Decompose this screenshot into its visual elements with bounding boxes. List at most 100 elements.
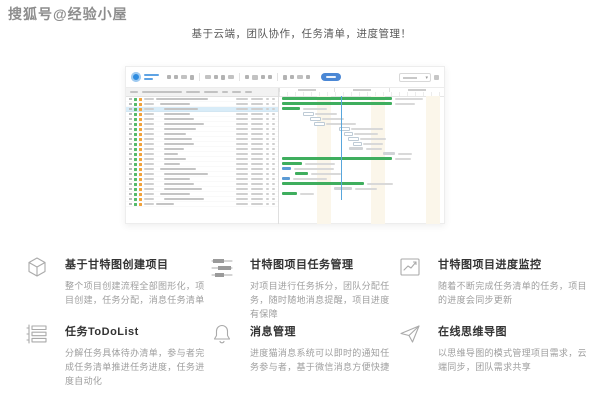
- task-name-cell: [164, 148, 184, 150]
- task-type-icon: [139, 178, 142, 181]
- zoom-icon[interactable]: [167, 75, 171, 79]
- gantt-bar[interactable]: [349, 147, 363, 150]
- gantt-bar[interactable]: [295, 172, 308, 175]
- row-number: [129, 188, 132, 190]
- share-icon[interactable]: [306, 75, 310, 79]
- gantt-bar[interactable]: [282, 192, 297, 195]
- task-type-icon: [139, 183, 142, 186]
- task-type-icon: [139, 158, 142, 161]
- status-check-icon: [134, 148, 137, 151]
- gantt-bar-label: [293, 178, 327, 180]
- gantt-bar[interactable]: [282, 182, 364, 185]
- gantt-bar[interactable]: [303, 112, 314, 116]
- column-header: [130, 91, 138, 93]
- gantt-bar[interactable]: [282, 167, 291, 170]
- task-type-icon: [139, 98, 142, 101]
- more-options-icon[interactable]: [434, 75, 439, 80]
- indent-icon[interactable]: [214, 75, 218, 79]
- gantt-bar-label: [303, 108, 327, 110]
- task-name-cell: [164, 153, 178, 155]
- gantt-bar[interactable]: [334, 187, 352, 190]
- gantt-bar[interactable]: [282, 107, 300, 110]
- date-cell: [144, 113, 154, 115]
- move-up-icon[interactable]: [190, 75, 194, 80]
- status-check-icon: [134, 103, 137, 106]
- status-check-icon: [134, 193, 137, 196]
- status-check-icon: [134, 108, 137, 111]
- status-check-icon: [134, 113, 137, 116]
- gantt-bar[interactable]: [348, 137, 359, 141]
- gantt-bar[interactable]: [282, 157, 392, 160]
- task-name-cell: [156, 98, 208, 100]
- row-meta: [236, 138, 275, 140]
- task-type-icon: [139, 113, 142, 116]
- status-check-icon: [134, 118, 137, 121]
- gantt-bar[interactable]: [383, 152, 395, 155]
- task-name-cell: [164, 113, 190, 115]
- row-meta: [236, 103, 275, 105]
- gantt-bar[interactable]: [310, 117, 321, 121]
- date-cell: [144, 143, 154, 145]
- gantt-bar[interactable]: [353, 142, 362, 146]
- today-line: [341, 96, 342, 200]
- column-header: [245, 91, 252, 93]
- feature-desc: 分解任务具体待办清单，参与者完成任务清单推进任务进度，任务进度自动化: [65, 346, 210, 388]
- feature-task-management: 甘特图项目任务管理 对项目进行任务拆分，团队分配任务，随时随地消息提醒，项目进度…: [210, 253, 398, 320]
- gantt-bar-label: [315, 113, 337, 115]
- view-select[interactable]: ▾: [399, 73, 431, 82]
- feature-desc: 对项目进行任务拆分，团队分配任务，随时随地消息提醒，项目进度有保障: [250, 279, 398, 321]
- feature-desc: 以思维导图的模式管理项目需求，云端同步，团队需求共享: [438, 346, 590, 374]
- redo-icon[interactable]: [181, 75, 187, 79]
- task-table-pane: [126, 88, 279, 224]
- chart-up-icon: [398, 253, 422, 320]
- gantt-bar[interactable]: [282, 97, 392, 100]
- row-number: [129, 108, 132, 110]
- row-meta: [236, 98, 275, 100]
- status-check-icon: [134, 198, 137, 201]
- status-check-icon: [134, 188, 137, 191]
- row-meta: [236, 143, 275, 145]
- settings-icon[interactable]: [290, 75, 294, 79]
- task-type-icon: [139, 203, 142, 206]
- feature-todolist: 任务ToDoList 分解任务具体待办清单，参与者完成任务清单推进任务进度，任务…: [25, 320, 210, 387]
- gantt-bar-label: [395, 98, 423, 100]
- split-icon[interactable]: [245, 75, 249, 79]
- chart-icon[interactable]: [252, 75, 258, 80]
- export-icon[interactable]: [297, 75, 303, 79]
- status-check-icon: [134, 138, 137, 141]
- layout-icon[interactable]: [283, 75, 287, 80]
- task-type-icon: [139, 133, 142, 136]
- weekend-stripe: [317, 96, 331, 224]
- gantt-week-row: [279, 88, 444, 92]
- task-name-cell: [164, 158, 186, 160]
- date-cell: [144, 153, 154, 155]
- status-check-icon: [134, 128, 137, 131]
- status-check-icon: [134, 123, 137, 126]
- gantt-bar[interactable]: [282, 102, 392, 105]
- grid-icon[interactable]: [261, 75, 265, 79]
- date-cell: [144, 173, 154, 175]
- undo-icon[interactable]: [174, 75, 178, 79]
- row-number: [129, 193, 132, 195]
- task-type-icon: [139, 103, 142, 106]
- feature-desc: 整个项目创建流程全部图形化，项目创建，任务分配，消息任务清单: [65, 279, 210, 307]
- task-row[interactable]: [126, 202, 278, 207]
- gantt-bar[interactable]: [314, 122, 325, 126]
- watermark: 搜狐号@经验小屋: [8, 4, 128, 24]
- task-type-icon: [139, 168, 142, 171]
- move-down-icon[interactable]: [205, 75, 211, 79]
- date-cell: [144, 98, 154, 100]
- new-task-button[interactable]: [321, 73, 341, 81]
- row-number: [129, 133, 132, 135]
- gantt-bar[interactable]: [282, 162, 302, 165]
- gantt-bar-label: [395, 158, 411, 160]
- outdent-icon[interactable]: [221, 75, 225, 80]
- columns-icon[interactable]: [268, 75, 272, 79]
- gantt-bar[interactable]: [282, 177, 290, 180]
- gantt-bar[interactable]: [344, 132, 353, 136]
- row-meta: [236, 193, 275, 195]
- feature-title: 甘特图项目任务管理: [250, 256, 398, 272]
- link-icon[interactable]: [228, 75, 234, 79]
- status-check-icon: [134, 133, 137, 136]
- date-cell: [144, 103, 154, 105]
